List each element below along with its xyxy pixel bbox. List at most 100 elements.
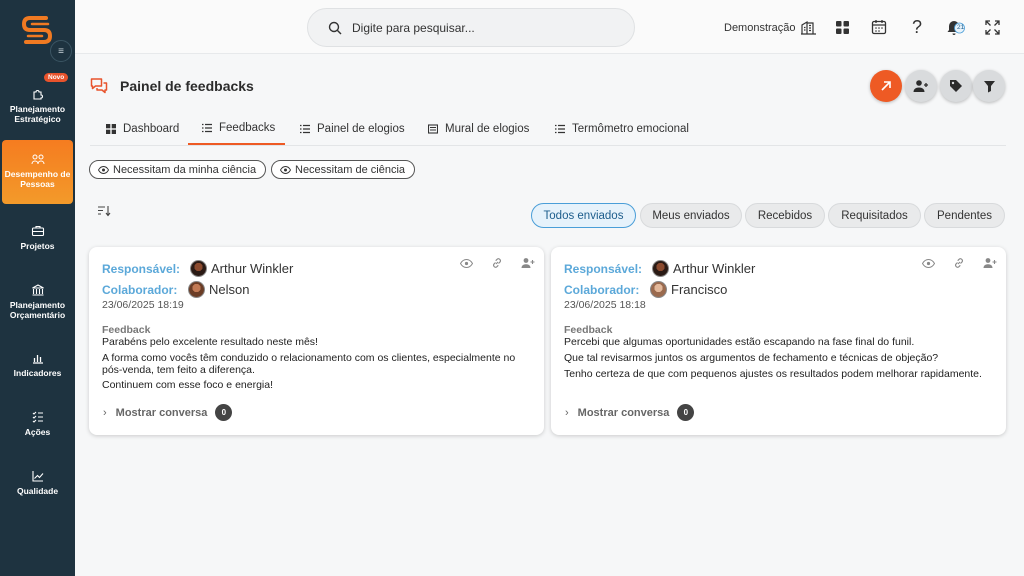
feedback-text-line: Continuem com esse foco e energia! — [102, 379, 274, 391]
sidebar-item-planejamento-estrategico[interactable]: Planejamento Estratégico — [0, 87, 75, 124]
sidebar-item-indicadores[interactable]: Indicadores — [0, 351, 75, 378]
search-icon — [328, 21, 342, 34]
notification-count: 21 — [957, 24, 965, 31]
colaborador-name: Francisco — [671, 282, 728, 297]
list-icon — [555, 124, 565, 133]
tab-termometro-emocional[interactable]: Termômetro emocional — [555, 112, 689, 145]
sidebar-item-label: Indicadores — [13, 368, 62, 378]
request-feedback-button[interactable] — [905, 70, 937, 102]
list-icon — [300, 124, 310, 133]
menu-toggle-button[interactable]: ≡ — [50, 40, 72, 62]
app-logo[interactable] — [20, 14, 54, 50]
show-conversation-label: Mostrar conversa — [577, 406, 670, 419]
tab-painel-de-elogios[interactable]: Painel de elogios — [300, 112, 405, 145]
apps-grid-icon[interactable] — [832, 17, 852, 37]
feedback-text-line: Tenho certeza de que com pequenos ajuste… — [564, 368, 982, 380]
filter-todos-enviados[interactable]: Todos enviados — [531, 203, 636, 228]
responsavel-name: Arthur Winkler — [211, 261, 294, 276]
feedback-text-line: Que tal revisarmos juntos os argumentos … — [564, 352, 939, 364]
show-conversation-button[interactable]: › Mostrar conversa 0 — [565, 404, 695, 421]
colaborador-label: Colaborador: — [102, 283, 178, 297]
fullscreen-icon[interactable] — [982, 17, 1002, 37]
search-input[interactable]: Digite para pesquisar... — [307, 8, 635, 47]
colaborador-name: Nelson — [209, 282, 250, 297]
eye-icon[interactable] — [921, 256, 935, 270]
feedback-date: 23/06/2025 18:18 — [564, 299, 646, 311]
chip-label: Necessitam da minha ciência — [113, 163, 257, 176]
sort-icon[interactable] — [97, 205, 111, 217]
company-label[interactable]: Demonstração — [724, 22, 796, 34]
hamburger-icon: ≡ — [58, 45, 64, 57]
responsavel: Arthur Winkler — [652, 260, 755, 277]
responsavel: Arthur Winkler — [190, 260, 293, 277]
sidebar-item-projetos[interactable]: Projetos — [0, 224, 75, 251]
help-icon[interactable]: ? — [907, 17, 927, 37]
avatar — [652, 260, 669, 277]
new-badge: Novo — [44, 73, 69, 82]
building-icon[interactable] — [798, 17, 818, 37]
tab-label: Painel de elogios — [317, 122, 405, 135]
filter-pendentes[interactable]: Pendentes — [924, 203, 1005, 228]
filter-requisitados[interactable]: Requisitados — [828, 203, 921, 228]
board-icon — [428, 123, 438, 134]
sidebar-item-label: Planejamento Estratégico — [9, 104, 66, 124]
send-feedback-button[interactable] — [870, 70, 902, 102]
tags-button[interactable] — [940, 70, 972, 102]
sidebar-item-desempenho-de-pessoas[interactable]: Desempenho de Pessoas — [2, 140, 73, 204]
colaborador-label: Colaborador: — [564, 283, 640, 297]
filter-meus-enviados[interactable]: Meus enviados — [640, 203, 742, 228]
chip-necessitam-de-ciencia[interactable]: Necessitam de ciência — [271, 160, 416, 179]
eye-icon — [98, 165, 109, 174]
sidebar-item-label: Qualidade — [16, 486, 59, 496]
tag-icon — [950, 80, 962, 92]
show-conversation-button[interactable]: › Mostrar conversa 0 — [103, 404, 233, 421]
calendar-icon[interactable] — [869, 17, 889, 37]
feedback-text-line: Percebi que algumas oportunidades estão … — [564, 336, 915, 348]
eye-icon[interactable] — [459, 256, 473, 270]
sidebar-item-acoes[interactable]: Ações — [0, 410, 75, 437]
feedback-card: Responsável: Arthur Winkler Colaborador:… — [89, 247, 544, 435]
search-placeholder: Digite para pesquisar... — [352, 20, 475, 35]
feedback-chat-icon — [90, 78, 108, 94]
sidebar: ≡ Novo Planejamento Estratégico Desempen… — [0, 0, 75, 576]
eye-icon — [280, 165, 291, 174]
list-icon — [202, 123, 212, 132]
bar-chart-icon — [32, 355, 43, 364]
sidebar-item-label: Projetos — [20, 241, 55, 251]
checklist-icon — [32, 411, 43, 423]
responsavel-label: Responsável: — [102, 262, 181, 276]
add-user-icon[interactable] — [521, 256, 535, 270]
conversation-count: 0 — [215, 404, 233, 421]
trend-icon — [31, 471, 43, 482]
colaborador: Nelson — [188, 281, 249, 298]
sidebar-item-planejamento-orcamentario[interactable]: Planejamento Orçamentário — [0, 283, 75, 320]
sidebar-item-qualidade[interactable]: Qualidade — [0, 469, 75, 496]
tab-label: Dashboard — [123, 122, 180, 135]
tab-mural-de-elogios[interactable]: Mural de elogios — [428, 112, 529, 145]
add-user-icon[interactable] — [983, 256, 997, 270]
filter-recebidos[interactable]: Recebidos — [745, 203, 825, 228]
chip-label: Necessitam de ciência — [295, 163, 406, 176]
tab-bar: Dashboard Feedbacks Painel de elogios Mu… — [90, 112, 1006, 146]
puzzle-icon — [32, 90, 43, 100]
notification-bell-icon[interactable]: 21 — [945, 17, 965, 37]
sidebar-item-label: Ações — [24, 427, 51, 437]
people-icon — [31, 154, 44, 165]
filter-button[interactable] — [973, 70, 1005, 102]
filter-icon — [983, 80, 995, 92]
tab-label: Mural de elogios — [445, 122, 530, 135]
sidebar-item-label: Desempenho de Pessoas — [4, 169, 71, 189]
sidebar-item-label: Planejamento Orçamentário — [9, 300, 66, 320]
tab-feedbacks[interactable]: Feedbacks — [188, 112, 285, 145]
chip-necessitam-da-minha-ciencia[interactable]: Necessitam da minha ciência — [89, 160, 267, 179]
briefcase-icon — [31, 225, 44, 237]
grid-icon — [106, 123, 116, 134]
tab-label: Feedbacks — [219, 121, 276, 134]
tab-label: Termômetro emocional — [572, 122, 689, 135]
add-user-icon — [913, 80, 928, 92]
tab-dashboard[interactable]: Dashboard — [104, 112, 181, 145]
link-icon[interactable] — [952, 256, 966, 270]
arrow-up-right-icon — [881, 81, 891, 91]
link-icon[interactable] — [490, 256, 504, 270]
chevron-right-icon: › — [565, 406, 569, 419]
